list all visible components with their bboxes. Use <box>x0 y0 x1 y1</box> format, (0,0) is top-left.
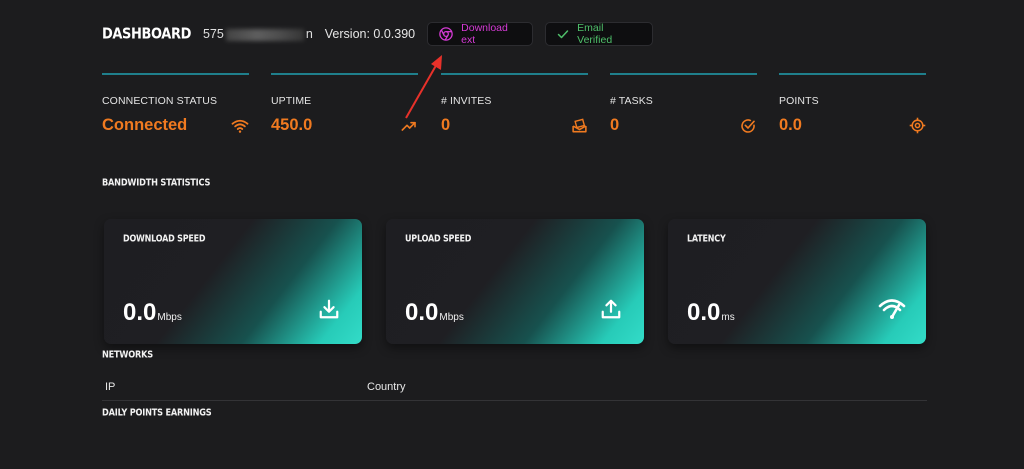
dashboard-page: DASHBOARD 575 n Version: 0.0.390 Download… <box>0 0 1024 469</box>
email-verified-badge: Email Verified <box>545 22 654 46</box>
target-icon <box>908 117 926 135</box>
stat-divider <box>779 73 926 75</box>
latency-card: LATENCY 0.0 ms <box>668 219 926 344</box>
trending-up-icon <box>400 117 418 135</box>
version-label: Version: 0.0.390 <box>324 27 416 41</box>
networks-section-title: NETWORKS <box>102 348 153 360</box>
stat-tasks: # TASKS 0 <box>610 73 757 135</box>
stat-value: 0 <box>610 116 620 134</box>
stat-invites: # INVITES 0 <box>441 73 588 135</box>
stat-points: POINTS 0.0 <box>779 73 926 135</box>
signal-icon <box>878 299 906 319</box>
invites-icon <box>570 117 588 135</box>
stat-label: UPTIME <box>271 95 312 107</box>
download-speed-card: DOWNLOAD SPEED 0.0 Mbps <box>104 219 362 344</box>
bandwidth-section-title: BANDWIDTH STATISTICS <box>102 176 211 188</box>
stat-divider <box>610 73 757 75</box>
header: DASHBOARD 575 n Version: 0.0.390 Download… <box>102 22 654 46</box>
stat-connection-status: CONNECTION STATUS Connected <box>102 73 249 135</box>
networks-table-header: IP Country <box>102 379 927 401</box>
email-verified-label: Email Verified <box>577 22 613 46</box>
upload-icon <box>601 299 621 319</box>
stat-label: CONNECTION STATUS <box>102 95 218 107</box>
chrome-icon <box>439 27 453 41</box>
card-value: 0.0 Mbps <box>123 299 182 326</box>
column-header-ip: IP <box>105 381 116 393</box>
download-ext-label: Download ext <box>461 22 508 46</box>
stat-value: 0.0 <box>779 116 802 134</box>
stat-label: # TASKS <box>610 95 653 107</box>
card-title: DOWNLOAD SPEED <box>123 233 206 244</box>
card-title: UPLOAD SPEED <box>405 233 472 244</box>
check-circle-icon <box>739 117 757 135</box>
check-icon <box>557 28 569 40</box>
daily-points-section-title: DAILY POINTS EARNINGS <box>102 406 212 418</box>
card-value: 0.0 Mbps <box>405 299 464 326</box>
card-title: LATENCY <box>687 233 726 244</box>
stat-value: 0 <box>441 116 451 134</box>
user-id: 575 n <box>202 27 313 41</box>
card-value: 0.0 ms <box>687 299 735 326</box>
stat-value: 450.0 <box>271 116 313 134</box>
download-ext-button[interactable]: Download ext <box>427 22 534 46</box>
download-icon <box>319 299 339 319</box>
stat-divider <box>271 73 418 75</box>
stat-divider <box>102 73 249 75</box>
stat-label: # INVITES <box>441 95 492 107</box>
brand-title: DASHBOARD <box>102 25 191 43</box>
wifi-icon <box>231 117 249 135</box>
upload-speed-card: UPLOAD SPEED 0.0 Mbps <box>386 219 644 344</box>
stat-label: POINTS <box>779 95 819 107</box>
stat-uptime: UPTIME 450.0 <box>271 73 418 135</box>
column-header-country: Country <box>367 381 406 393</box>
stat-divider <box>441 73 588 75</box>
stat-value: Connected <box>102 116 188 134</box>
